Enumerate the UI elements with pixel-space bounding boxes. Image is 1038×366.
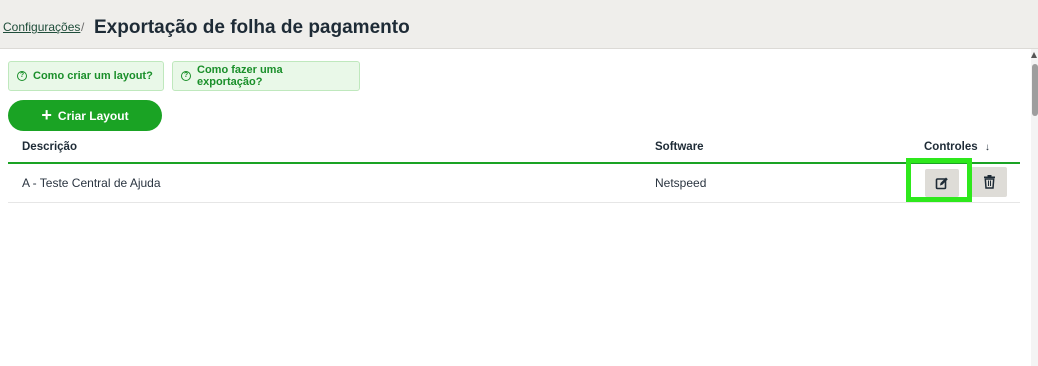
question-circle-icon: ? <box>17 71 27 81</box>
delete-button[interactable] <box>971 167 1007 197</box>
sort-down-icon: ↓ <box>984 142 990 153</box>
how-to-create-layout-label: Como criar um layout? <box>33 70 153 82</box>
row-description: A - Teste Central de Ajuda <box>22 176 161 190</box>
table-row-divider <box>8 202 1020 203</box>
question-circle-icon: ? <box>181 71 191 81</box>
edit-button-highlight <box>906 158 972 202</box>
column-header-description[interactable]: Descrição <box>22 141 77 153</box>
create-layout-button[interactable]: + Criar Layout <box>8 100 162 131</box>
row-software: Netspeed <box>655 176 707 190</box>
column-header-software[interactable]: Software <box>655 141 704 153</box>
scrollbar-thumb[interactable] <box>1032 64 1038 116</box>
table-header-divider <box>8 162 1020 164</box>
column-header-controls[interactable]: Controles ↓ <box>924 141 990 153</box>
breadcrumb-separator: / <box>81 20 85 34</box>
scroll-up-arrow-icon[interactable] <box>1031 52 1037 58</box>
how-to-export-label: Como fazer uma exportação? <box>197 64 283 88</box>
breadcrumb-configuracoes-link[interactable]: Configurações <box>3 20 80 34</box>
plus-icon: + <box>41 104 52 125</box>
how-to-export-button[interactable]: ? Como fazer uma exportação? <box>172 61 360 91</box>
page-title: Exportação de folha de pagamento <box>94 17 410 38</box>
page-header: Configurações / Exportação de folha de p… <box>0 0 1038 49</box>
trash-icon <box>983 175 995 189</box>
create-layout-label: Criar Layout <box>57 108 129 123</box>
how-to-create-layout-button[interactable]: ? Como criar um layout? <box>8 61 164 91</box>
column-header-controls-label: Controles <box>924 141 978 153</box>
